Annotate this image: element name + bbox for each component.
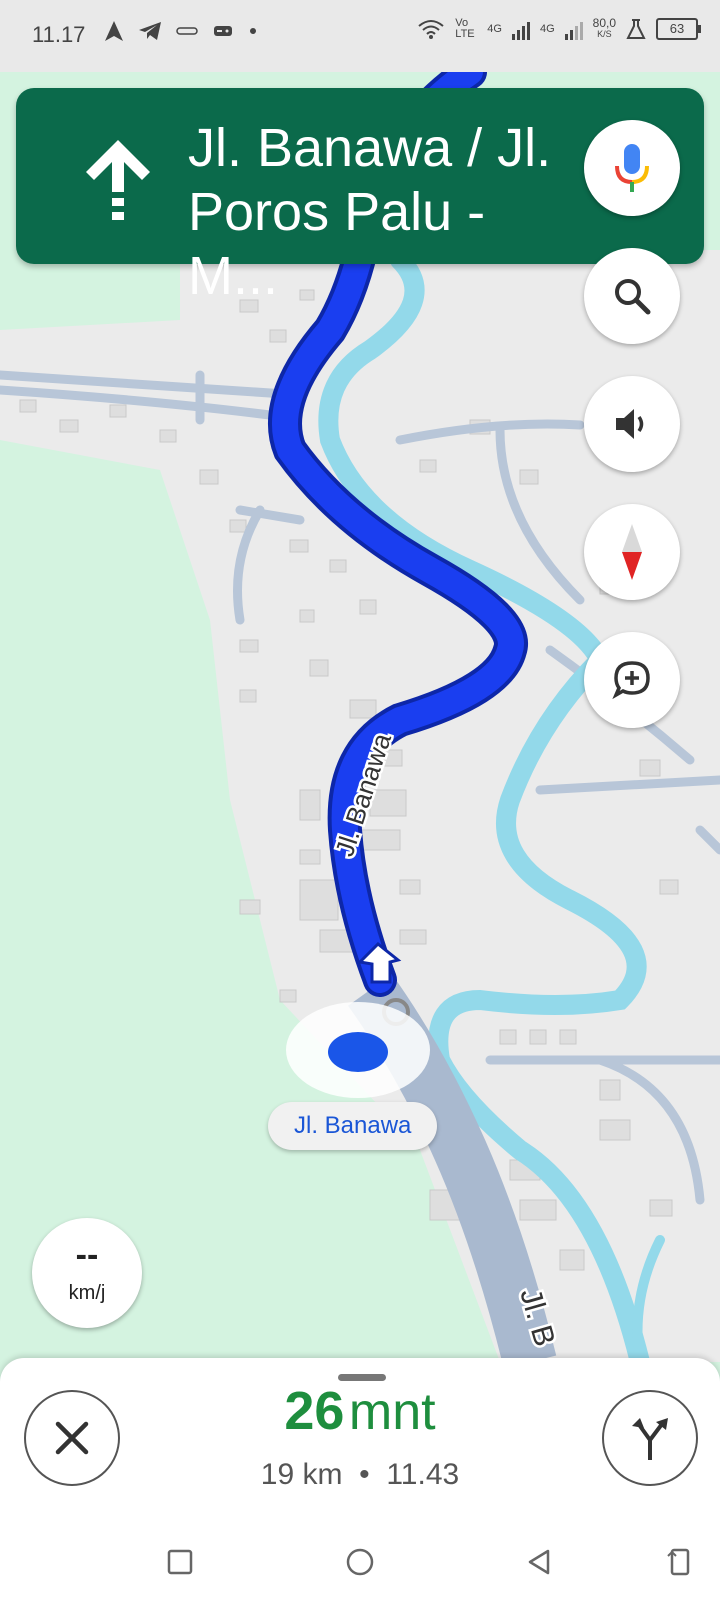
navigation-status-icon	[105, 21, 123, 41]
add-report-icon	[612, 661, 650, 700]
battery-icon: 63	[656, 18, 701, 40]
signal-1-icon	[511, 18, 530, 40]
signal-2-icon	[564, 18, 583, 40]
search-icon	[615, 279, 651, 315]
voice-search-button[interactable]	[584, 120, 680, 216]
speedometer: -- km/j	[32, 1218, 142, 1328]
straight-arrow-icon	[86, 140, 150, 220]
trip-distance: 19 km	[260, 1458, 343, 1491]
street-line-2: Poros Palu - M...	[188, 182, 501, 306]
next-street-name: Jl. Banawa / Jl. Poros Palu - M...	[188, 116, 588, 308]
wifi-icon	[418, 20, 444, 39]
alternate-routes-button[interactable]	[602, 1390, 698, 1486]
close-icon	[55, 1421, 89, 1455]
volte-label: Vo LTE	[455, 17, 475, 40]
eta-display: 26 mnt	[180, 1380, 540, 1442]
microphone-icon	[615, 144, 649, 192]
alternate-routes-icon	[632, 1418, 668, 1460]
network-2-label: 4G	[539, 23, 555, 35]
speed-unit: km/j	[68, 1282, 106, 1304]
game-icon	[214, 26, 232, 36]
back-button[interactable]	[520, 1542, 560, 1582]
net-speed: 80,0 K/S	[592, 16, 616, 40]
telegram-icon	[139, 22, 161, 40]
dot-icon	[250, 28, 256, 34]
current-road-label: Jl. Banawa	[268, 1102, 438, 1150]
sound-button[interactable]	[584, 376, 680, 472]
rotate-icon	[667, 1548, 690, 1576]
lab-flask-icon	[626, 19, 646, 39]
arrival-time: 11.43	[386, 1458, 460, 1491]
compass-icon	[622, 524, 642, 580]
eta-unit: mnt	[348, 1383, 436, 1441]
home-icon	[346, 1548, 374, 1576]
compass-button[interactable]	[584, 504, 680, 600]
location-puck	[328, 1032, 388, 1072]
recents-icon	[167, 1549, 193, 1575]
recents-button[interactable]	[160, 1542, 200, 1582]
net-speed-unit: K/S	[597, 29, 612, 39]
exit-navigation-button[interactable]	[24, 1390, 120, 1486]
status-notification-icons	[104, 20, 258, 42]
status-bar: 11.17 Vo LTE 4G 4G 80,0 K/S 63	[0, 0, 720, 72]
status-system-icons: Vo LTE 4G 4G 80,0 K/S 63	[417, 16, 701, 40]
add-report-button[interactable]	[584, 632, 680, 728]
back-icon	[528, 1549, 550, 1575]
search-along-route-button[interactable]	[584, 248, 680, 344]
street-line-1: Jl. Banawa / Jl.	[188, 118, 552, 178]
network-1-label: 4G	[487, 23, 502, 35]
app-icon	[176, 27, 198, 35]
status-time: 11.17	[32, 22, 86, 47]
net-speed-value: 80,0	[592, 16, 616, 30]
volume-icon	[616, 409, 644, 439]
speed-value: --	[75, 1236, 99, 1274]
eta-number: 26	[284, 1381, 345, 1441]
home-button[interactable]	[340, 1542, 380, 1582]
trip-details: 19 km • 11.43	[180, 1458, 540, 1492]
trip-separator: •	[359, 1458, 370, 1491]
rotate-screen-button[interactable]	[660, 1542, 700, 1582]
